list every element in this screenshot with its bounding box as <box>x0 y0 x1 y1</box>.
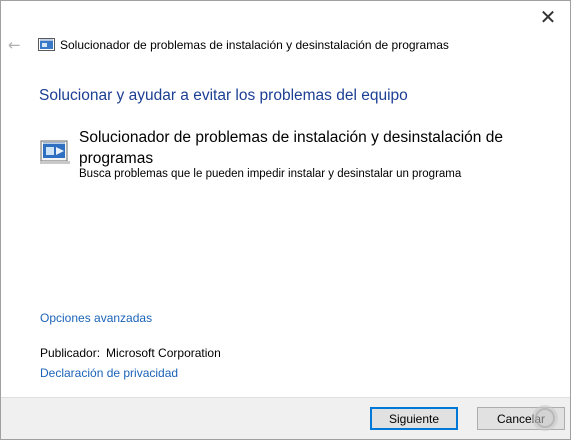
back-arrow-icon[interactable]: ← <box>8 37 24 53</box>
close-button[interactable]: ✕ <box>528 3 568 31</box>
close-icon: ✕ <box>539 5 557 29</box>
title-bar: ← Solucionador de problemas de instalaci… <box>1 33 570 59</box>
installer-icon <box>38 38 55 51</box>
publisher-row: Publicador: Microsoft Corporation <box>40 346 221 360</box>
troubleshooter-window: ✕ ← Solucionador de problemas de instala… <box>0 0 571 440</box>
next-button[interactable]: Siguiente <box>370 407 458 430</box>
publisher-label: Publicador: <box>40 346 101 360</box>
publisher-value: Microsoft Corporation <box>106 346 221 360</box>
advanced-options-link[interactable]: Opciones avanzadas <box>40 311 152 325</box>
site-watermark-logo <box>532 405 558 431</box>
footer-bar: Siguiente Cancelar <box>1 397 570 439</box>
privacy-statement-link[interactable]: Declaración de privacidad <box>40 366 178 380</box>
window-title: Solucionador de problemas de instalación… <box>60 38 449 52</box>
installer-icon[interactable] <box>40 135 70 165</box>
troubleshooter-item-title[interactable]: Solucionador de problemas de instalación… <box>79 127 549 169</box>
page-heading: Solucionar y ayudar a evitar los problem… <box>39 87 408 104</box>
troubleshooter-item-description: Busca problemas que le pueden impedir in… <box>79 168 462 180</box>
